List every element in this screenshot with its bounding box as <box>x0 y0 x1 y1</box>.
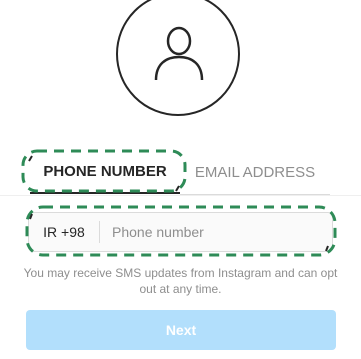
tab-phone-number[interactable]: PHONE NUMBER <box>30 150 180 194</box>
user-silhouette-icon <box>154 26 204 81</box>
phone-number-input[interactable] <box>100 212 332 252</box>
tab-email-address[interactable]: EMAIL ADDRESS <box>180 150 330 195</box>
country-code-selector[interactable]: IR +98 <box>29 224 99 240</box>
next-button[interactable]: Next <box>26 310 336 350</box>
tab-email-address-label: EMAIL ADDRESS <box>194 163 316 181</box>
tabs-divider <box>0 195 361 196</box>
sms-consent-note: You may receive SMS updates from Instagr… <box>23 266 338 296</box>
contact-method-tabs: PHONE NUMBER EMAIL ADDRESS <box>0 150 361 196</box>
tab-phone-number-label: PHONE NUMBER <box>43 162 167 180</box>
profile-avatar <box>116 0 240 116</box>
phone-number-row: IR +98 <box>28 212 333 252</box>
